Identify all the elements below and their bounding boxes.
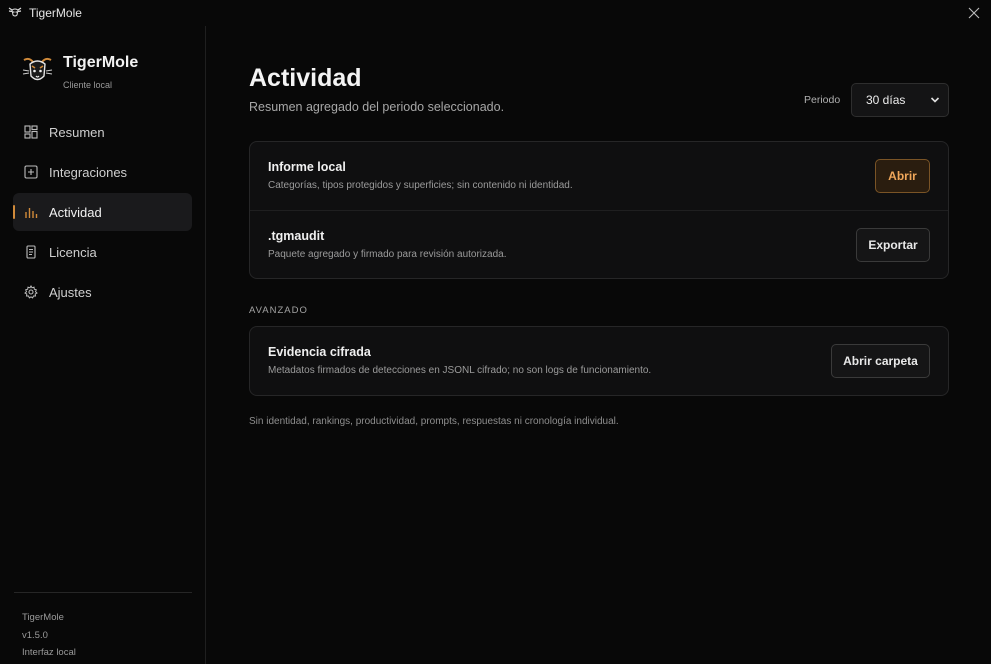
brand-name: TigerMole bbox=[63, 54, 139, 71]
sidebar-item-licencia[interactable]: Licencia bbox=[13, 233, 192, 271]
sidebar-item-resumen[interactable]: Resumen bbox=[13, 113, 192, 151]
privacy-footnote: Sin identidad, rankings, productividad, … bbox=[249, 416, 619, 427]
footer-version: v1.5.0 bbox=[22, 629, 48, 641]
close-button[interactable] bbox=[963, 2, 985, 24]
title-bar: TigerMole bbox=[0, 0, 991, 26]
gear-icon bbox=[24, 285, 38, 299]
sidebar-item-ajustes[interactable]: Ajustes bbox=[13, 273, 192, 311]
app-logo-icon bbox=[8, 7, 22, 17]
sidebar-item-integraciones[interactable]: Integraciones bbox=[13, 153, 192, 191]
row-title: Informe local bbox=[268, 160, 346, 174]
bar-chart-icon bbox=[25, 208, 38, 218]
chevron-down-icon bbox=[930, 97, 940, 103]
tigermole-logo-icon bbox=[22, 57, 53, 81]
footer-mode: Interfaz local bbox=[22, 647, 76, 658]
close-icon bbox=[968, 7, 980, 19]
sidebar: TigerMole Cliente local Resumen Integrac… bbox=[0, 26, 206, 664]
brand-subtitle: Cliente local bbox=[63, 80, 113, 90]
document-icon bbox=[26, 245, 36, 259]
period-value: 30 días bbox=[866, 93, 906, 107]
row-title: .tgmaudit bbox=[268, 229, 325, 243]
period-label: Periodo bbox=[804, 94, 841, 106]
footer-app-name: TigerMole bbox=[22, 612, 64, 623]
plus-square-icon bbox=[24, 165, 38, 179]
export-button[interactable]: Exportar bbox=[856, 228, 930, 262]
sidebar-nav: Resumen Integraciones Actividad Licencia bbox=[13, 113, 192, 313]
page-subtitle: Resumen agregado del periodo seleccionad… bbox=[249, 100, 505, 114]
open-folder-button[interactable]: Abrir carpeta bbox=[831, 344, 930, 378]
period-select[interactable]: 30 días bbox=[851, 83, 949, 117]
sidebar-item-label: Resumen bbox=[49, 125, 105, 140]
dashboard-icon bbox=[24, 125, 38, 139]
row-description: Categorías, tipos protegidos y superfici… bbox=[268, 180, 573, 191]
sidebar-item-label: Actividad bbox=[49, 205, 102, 220]
open-report-button[interactable]: Abrir bbox=[875, 159, 930, 193]
reports-card: Informe local Categorías, tipos protegid… bbox=[249, 141, 949, 279]
brand: TigerMole Cliente local bbox=[21, 54, 138, 90]
evidence-row: Evidencia cifrada Metadatos firmados de … bbox=[250, 327, 948, 395]
row-description: Metadatos firmados de detecciones en JSO… bbox=[268, 365, 652, 376]
row-description: Paquete agregado y firmado para revisión… bbox=[268, 249, 507, 260]
sidebar-item-label: Licencia bbox=[49, 245, 97, 260]
page-title: Actividad bbox=[249, 64, 362, 92]
sidebar-footer: TigerMole v1.5.0 Interfaz local bbox=[14, 592, 192, 662]
sidebar-item-label: Ajustes bbox=[49, 285, 92, 300]
advanced-card: Evidencia cifrada Metadatos firmados de … bbox=[249, 326, 949, 396]
sidebar-item-label: Integraciones bbox=[49, 165, 128, 180]
report-row-tgmaudit: .tgmaudit Paquete agregado y firmado par… bbox=[250, 210, 948, 278]
row-title: Evidencia cifrada bbox=[268, 345, 371, 359]
report-row-informe-local: Informe local Categorías, tipos protegid… bbox=[250, 142, 948, 210]
section-label-advanced: AVANZADO bbox=[249, 305, 308, 316]
window-title: TigerMole bbox=[29, 6, 82, 20]
main-content: Actividad Resumen agregado del periodo s… bbox=[207, 26, 991, 664]
sidebar-item-actividad[interactable]: Actividad bbox=[13, 193, 192, 231]
